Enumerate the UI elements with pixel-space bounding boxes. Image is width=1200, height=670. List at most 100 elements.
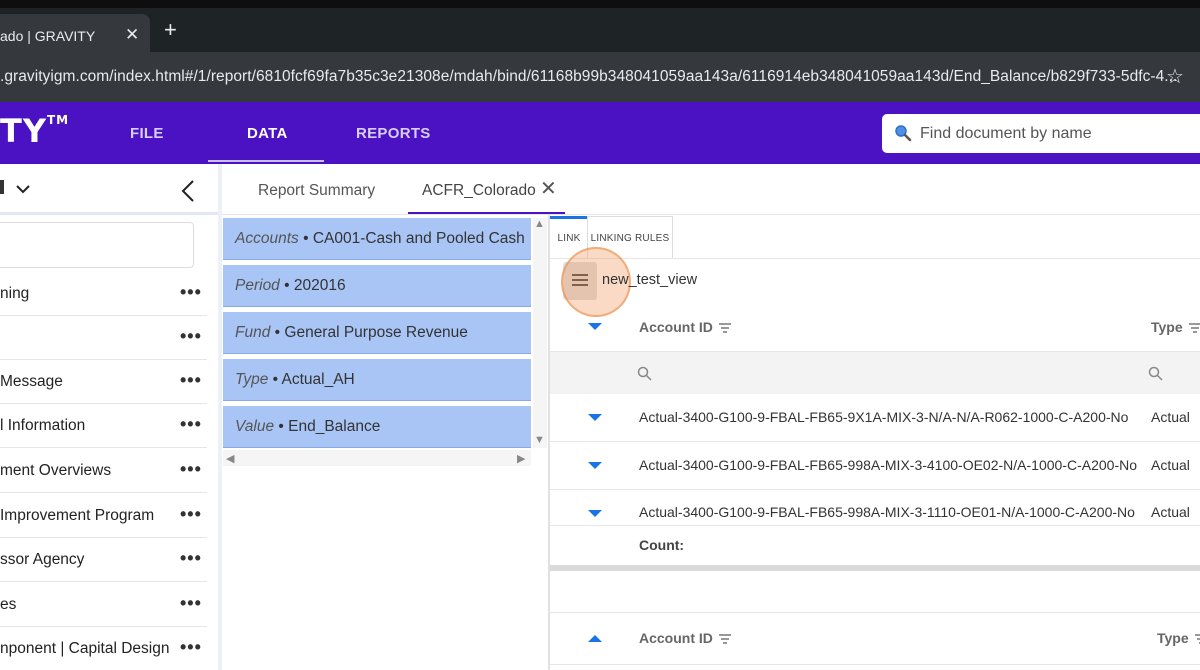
- document-search-input[interactable]: Find document by name: [882, 114, 1200, 153]
- cell-account-id: Actual-3400-G100-9-FBAL-FB65-9X1A-MIX-3-…: [639, 409, 1129, 425]
- sidebar-item-label: ssor Agency: [0, 551, 85, 568]
- filter-chip-fund[interactable]: Fund • General Purpose Revenue: [223, 312, 531, 354]
- column-header-label: Account ID: [639, 319, 713, 335]
- app-logo[interactable]: TYTM: [0, 112, 69, 150]
- sidebar-item[interactable]: nponent | Capital Design •••: [0, 627, 207, 670]
- column-header-type[interactable]: Type: [1157, 630, 1200, 646]
- filter-chip-period[interactable]: Period • 202016: [223, 265, 531, 307]
- sidebar-item-label: Message: [0, 373, 63, 390]
- grid-splitter[interactable]: [550, 565, 1200, 571]
- filter-chip-value[interactable]: Value • End_Balance: [223, 406, 531, 448]
- more-options-icon[interactable]: •••: [180, 326, 202, 347]
- expand-all-caret-icon[interactable]: [588, 635, 602, 642]
- sidebar-item-label: ning: [0, 285, 30, 302]
- more-options-icon[interactable]: •••: [180, 593, 202, 614]
- table-row[interactable]: Actual-3400-G100-9-FBAL-FB65-9X1A-MIX-3-…: [550, 394, 1200, 442]
- sidebar-item[interactable]: l Information •••: [0, 404, 207, 448]
- tab-report-summary[interactable]: Report Summary: [258, 182, 375, 200]
- new-tab-icon[interactable]: +: [164, 17, 177, 43]
- expand-row-caret-icon[interactable]: [588, 462, 602, 469]
- more-options-icon[interactable]: •••: [180, 504, 202, 525]
- search-icon[interactable]: [1148, 366, 1164, 382]
- sidebar-item[interactable]: Message •••: [0, 360, 207, 404]
- view-name: new_test_view: [602, 272, 698, 288]
- filter-separator: •: [270, 324, 285, 341]
- horizontal-scrollbar[interactable]: [223, 450, 531, 466]
- sidebar-item[interactable]: es •••: [0, 583, 207, 627]
- collapse-all-caret-icon[interactable]: [588, 323, 602, 330]
- cell-account-id: Actual-3400-G100-9-FBAL-FB65-998A-MIX-3-…: [639, 457, 1137, 473]
- expand-row-caret-icon[interactable]: [588, 510, 602, 517]
- filter-key: Accounts: [235, 230, 299, 247]
- nav-file[interactable]: FILE: [130, 125, 164, 142]
- scroll-up-arrow-icon[interactable]: ▲: [534, 218, 545, 230]
- sidebar-search-input[interactable]: [0, 222, 194, 268]
- column-header-label: Type: [1151, 319, 1183, 335]
- grid2-top-divider: [550, 612, 1200, 613]
- grid2-header-divider: [550, 664, 1200, 665]
- filter-separator: •: [298, 230, 313, 247]
- sidebar-item[interactable]: Improvement Program •••: [0, 494, 207, 538]
- filter-chip-type[interactable]: Type • Actual_AH: [223, 359, 531, 401]
- close-icon[interactable]: ✕: [540, 176, 557, 201]
- sidebar-divider: [0, 212, 218, 215]
- sidebar-item-label: nponent | Capital Design: [0, 640, 170, 657]
- sidebar-item[interactable]: ment Overviews •••: [0, 449, 207, 493]
- count-divider: [550, 525, 1200, 526]
- column-filter-icon[interactable]: [718, 634, 731, 645]
- tab-acfr-colorado[interactable]: ACFR_Colorado: [422, 182, 536, 200]
- nav-reports[interactable]: REPORTS: [356, 125, 431, 142]
- column-filter-icon[interactable]: [718, 323, 731, 334]
- filter-separator: •: [279, 277, 294, 294]
- filter-value: General Purpose Revenue: [284, 324, 468, 341]
- more-options-icon[interactable]: •••: [180, 548, 202, 569]
- more-options-icon[interactable]: •••: [180, 282, 202, 303]
- search-icon: [895, 125, 912, 142]
- sidebar-item-label: ment Overviews: [0, 462, 112, 479]
- logo-trademark: TM: [47, 113, 70, 127]
- table-row[interactable]: Actual-3400-G100-9-FBAL-FB65-998A-MIX-3-…: [550, 442, 1200, 490]
- browser-tab[interactable]: ado | GRAVITY ✕: [0, 14, 150, 52]
- filter-value: CA001-Cash and Pooled Cash: [312, 230, 525, 247]
- filter-key: Fund: [235, 324, 271, 341]
- sidebar-item-label: l Information: [0, 417, 86, 434]
- nav-data[interactable]: DATA: [247, 125, 288, 142]
- logo-text: TY: [0, 112, 47, 150]
- chevron-left-icon[interactable]: [178, 178, 198, 204]
- expand-row-caret-icon[interactable]: [588, 414, 602, 421]
- url-text[interactable]: .gravityigm.com/index.html#/1/report/681…: [0, 68, 1177, 86]
- app-header: TYTM FILE DATA REPORTS Find document by …: [0, 102, 1200, 164]
- more-options-icon[interactable]: •••: [180, 637, 202, 658]
- filter-chip-accounts[interactable]: Accounts • CA001-Cash and Pooled Cash: [223, 218, 531, 260]
- more-options-icon[interactable]: •••: [180, 370, 202, 391]
- filter-value: 202016: [293, 277, 346, 294]
- column-header-account-id[interactable]: Account ID: [639, 319, 731, 335]
- table-row[interactable]: Actual-3400-G100-9-FBAL-FB65-998A-MIX-3-…: [550, 490, 1200, 526]
- sidebar-item[interactable]: ssor Agency •••: [0, 538, 207, 582]
- sidebar-selector-mark: [0, 180, 4, 194]
- column-filter-icon[interactable]: [1188, 323, 1200, 334]
- count-label: Count:: [639, 537, 685, 553]
- column-header-type[interactable]: Type: [1151, 319, 1200, 335]
- column-filter-icon[interactable]: [1194, 634, 1200, 645]
- filter-key: Value: [235, 418, 275, 435]
- scroll-right-arrow-icon[interactable]: ▶: [517, 452, 525, 465]
- scroll-down-arrow-icon[interactable]: ▼: [534, 434, 545, 446]
- vertical-scrollbar[interactable]: [533, 218, 547, 448]
- column-header-account-id[interactable]: Account ID: [639, 630, 731, 646]
- scroll-left-arrow-icon[interactable]: ◀: [226, 452, 234, 465]
- sidebar-item[interactable]: •••: [0, 316, 207, 360]
- address-bar[interactable]: .gravityigm.com/index.html#/1/report/681…: [0, 52, 1200, 102]
- more-options-icon[interactable]: •••: [180, 414, 202, 435]
- tab-close-icon[interactable]: ✕: [125, 25, 139, 45]
- more-options-icon[interactable]: •••: [180, 459, 202, 480]
- bookmark-star-icon[interactable]: ☆: [1166, 64, 1184, 89]
- chevron-down-icon[interactable]: [14, 178, 32, 200]
- cell-account-id: Actual-3400-G100-9-FBAL-FB65-998A-MIX-3-…: [639, 504, 1135, 520]
- filter-key: Period: [235, 277, 280, 294]
- cell-type: Actual: [1151, 457, 1190, 473]
- cell-type: Actual: [1151, 504, 1190, 520]
- sidebar-item-label: Improvement Program: [0, 507, 155, 524]
- search-icon[interactable]: [637, 366, 653, 382]
- sidebar-item[interactable]: ning •••: [0, 272, 207, 316]
